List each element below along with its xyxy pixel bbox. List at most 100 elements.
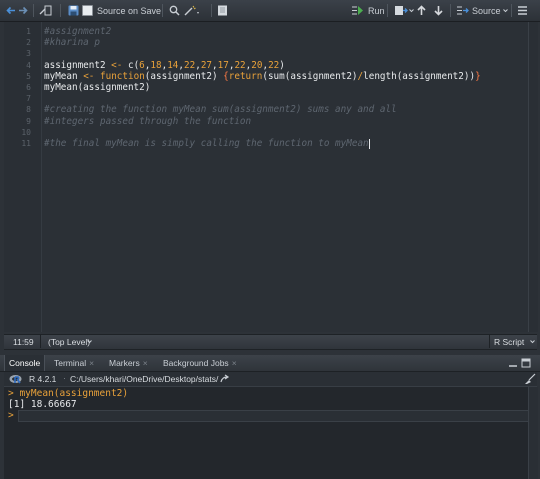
toolbar-separator	[162, 4, 163, 17]
r-logo-icon	[9, 374, 23, 386]
console-scrollbar[interactable]	[528, 387, 538, 479]
source-icon[interactable]	[456, 4, 469, 17]
code-line[interactable]: #integers passed through the function	[44, 116, 251, 127]
chevron-down-icon[interactable]	[409, 4, 414, 17]
line-number: 1	[26, 27, 31, 36]
editor-scrollbar[interactable]	[528, 22, 538, 332]
compile-report-icon[interactable]	[217, 4, 228, 17]
line-number: 5	[26, 71, 31, 81]
line-number: 8	[26, 105, 31, 115]
code-token: assignment2	[44, 59, 112, 71]
forward-arrow-icon[interactable]	[18, 4, 29, 17]
code-token: myMean(assignment2)	[44, 82, 151, 93]
code-token: <-	[111, 59, 123, 71]
status-separator	[40, 335, 41, 348]
code-editor[interactable]: #assignment2 #kharina p assignment2 <- c(6…	[42, 22, 528, 332]
toolbar-separator	[211, 4, 212, 17]
source-button-label[interactable]: Source	[472, 4, 501, 17]
tab-label: Terminal	[54, 358, 87, 368]
close-icon[interactable]: ×	[143, 358, 148, 368]
tab-background-jobs[interactable]: Background Jobs ×	[159, 355, 241, 371]
code-token: (assignment2)	[144, 70, 224, 82]
code-token: c(	[122, 59, 140, 71]
code-token: #kharina p	[44, 37, 100, 49]
code-line[interactable]: #creating the function myMean sum(assign…	[44, 104, 397, 115]
working-directory: C:/Users/khari/OneDrive/Desktop/stats/	[70, 374, 219, 384]
source-on-save-label[interactable]: Source on Save	[97, 4, 161, 17]
run-button-label[interactable]: Run	[368, 4, 385, 17]
chevron-down-icon[interactable]	[530, 337, 535, 348]
console-output[interactable]: > myMean(assignment2) [1] 18.66667 >	[4, 387, 537, 479]
code-token: 27	[200, 59, 213, 71]
console-line: [1] 18.66667	[8, 399, 77, 410]
code-line[interactable]: #the final myMean is simply calling the …	[44, 138, 370, 149]
go-up-arrow-icon[interactable]	[416, 4, 427, 17]
file-type-indicator[interactable]: R Script	[494, 337, 524, 347]
editor-toolbar: Source on Save Run Source	[0, 0, 540, 22]
code-token: 22	[268, 59, 280, 71]
chevron-down-icon[interactable]	[503, 4, 508, 17]
code-token: return	[228, 70, 263, 82]
code-line[interactable]: myMean <- function(assignment2) {return(…	[44, 71, 481, 82]
run-icon[interactable]	[351, 4, 364, 17]
show-in-window-icon[interactable]	[38, 4, 52, 17]
console-path-bar: R 4.2.1 · C:/Users/khari/OneDrive/Deskto…	[4, 372, 537, 387]
path-separator: ·	[63, 373, 66, 383]
cursor-position: 11:59	[13, 337, 34, 347]
code-line[interactable]: assignment2 <- c(6,18,14,22,27,17,22,20,…	[44, 60, 285, 71]
search-icon[interactable]	[169, 4, 180, 17]
code-token: 14	[167, 59, 179, 71]
outline-menu-icon[interactable]	[517, 4, 528, 17]
line-number: 9	[26, 116, 31, 126]
line-number: 7	[26, 94, 31, 104]
code-token: length(assignment2))	[363, 70, 476, 82]
toolbar-separator	[450, 4, 451, 17]
code-token: #creating the function myMean sum(assign…	[44, 104, 397, 116]
minimize-pane-icon[interactable]	[508, 358, 518, 370]
rerun-icon[interactable]	[394, 4, 408, 17]
code-token: (sum(assignment2)	[262, 70, 358, 82]
line-number: 4	[26, 60, 31, 70]
status-separator	[489, 335, 490, 348]
source-on-save-checkbox[interactable]	[82, 4, 93, 17]
toolbar-separator	[511, 4, 512, 17]
tab-markers[interactable]: Markers ×	[105, 355, 152, 371]
code-token: 22	[234, 59, 246, 71]
close-icon[interactable]: ×	[89, 358, 94, 368]
toolbar-separator	[387, 4, 388, 17]
line-number: 2	[26, 38, 31, 48]
code-token: 18	[150, 59, 162, 71]
close-icon[interactable]: ×	[232, 358, 237, 368]
console-input[interactable]	[18, 410, 530, 422]
code-token: 17	[217, 59, 229, 71]
go-to-directory-icon[interactable]	[220, 374, 231, 386]
console-line: >	[8, 410, 14, 421]
console-tab-bar: Console Terminal × Markers × Background Jo…	[0, 355, 540, 372]
console-line: > myMean(assignment2)	[8, 388, 129, 399]
code-tools-wand-icon[interactable]	[184, 4, 200, 17]
code-token: <-	[83, 70, 95, 82]
code-token: myMean	[44, 70, 84, 82]
code-line[interactable]: myMean(assignment2)	[44, 82, 150, 93]
tab-label: Markers	[109, 358, 140, 368]
clear-console-broom-icon[interactable]	[524, 373, 536, 387]
save-icon[interactable]	[68, 4, 79, 17]
code-line[interactable]: #assignment2	[44, 26, 111, 37]
code-token: }	[475, 70, 481, 82]
code-line[interactable]: #kharina p	[44, 37, 100, 48]
text-cursor	[368, 138, 370, 149]
tab-console[interactable]: Console	[4, 355, 46, 371]
code-token: 22	[184, 59, 196, 71]
scope-indicator[interactable]: (Top Level)	[48, 337, 90, 347]
chevron-down-icon[interactable]	[87, 337, 92, 348]
tab-label: Background Jobs	[163, 358, 229, 368]
maximize-pane-icon[interactable]	[521, 358, 531, 370]
back-arrow-icon[interactable]	[5, 4, 16, 17]
line-number: 10	[21, 127, 31, 137]
r-version: R 4.2.1	[29, 374, 57, 384]
go-down-arrow-icon[interactable]	[433, 4, 444, 17]
toolbar-separator	[33, 4, 34, 17]
code-token: #integers passed through the function	[44, 115, 252, 127]
line-number: 11	[21, 139, 31, 148]
tab-terminal[interactable]: Terminal ×	[50, 355, 98, 371]
